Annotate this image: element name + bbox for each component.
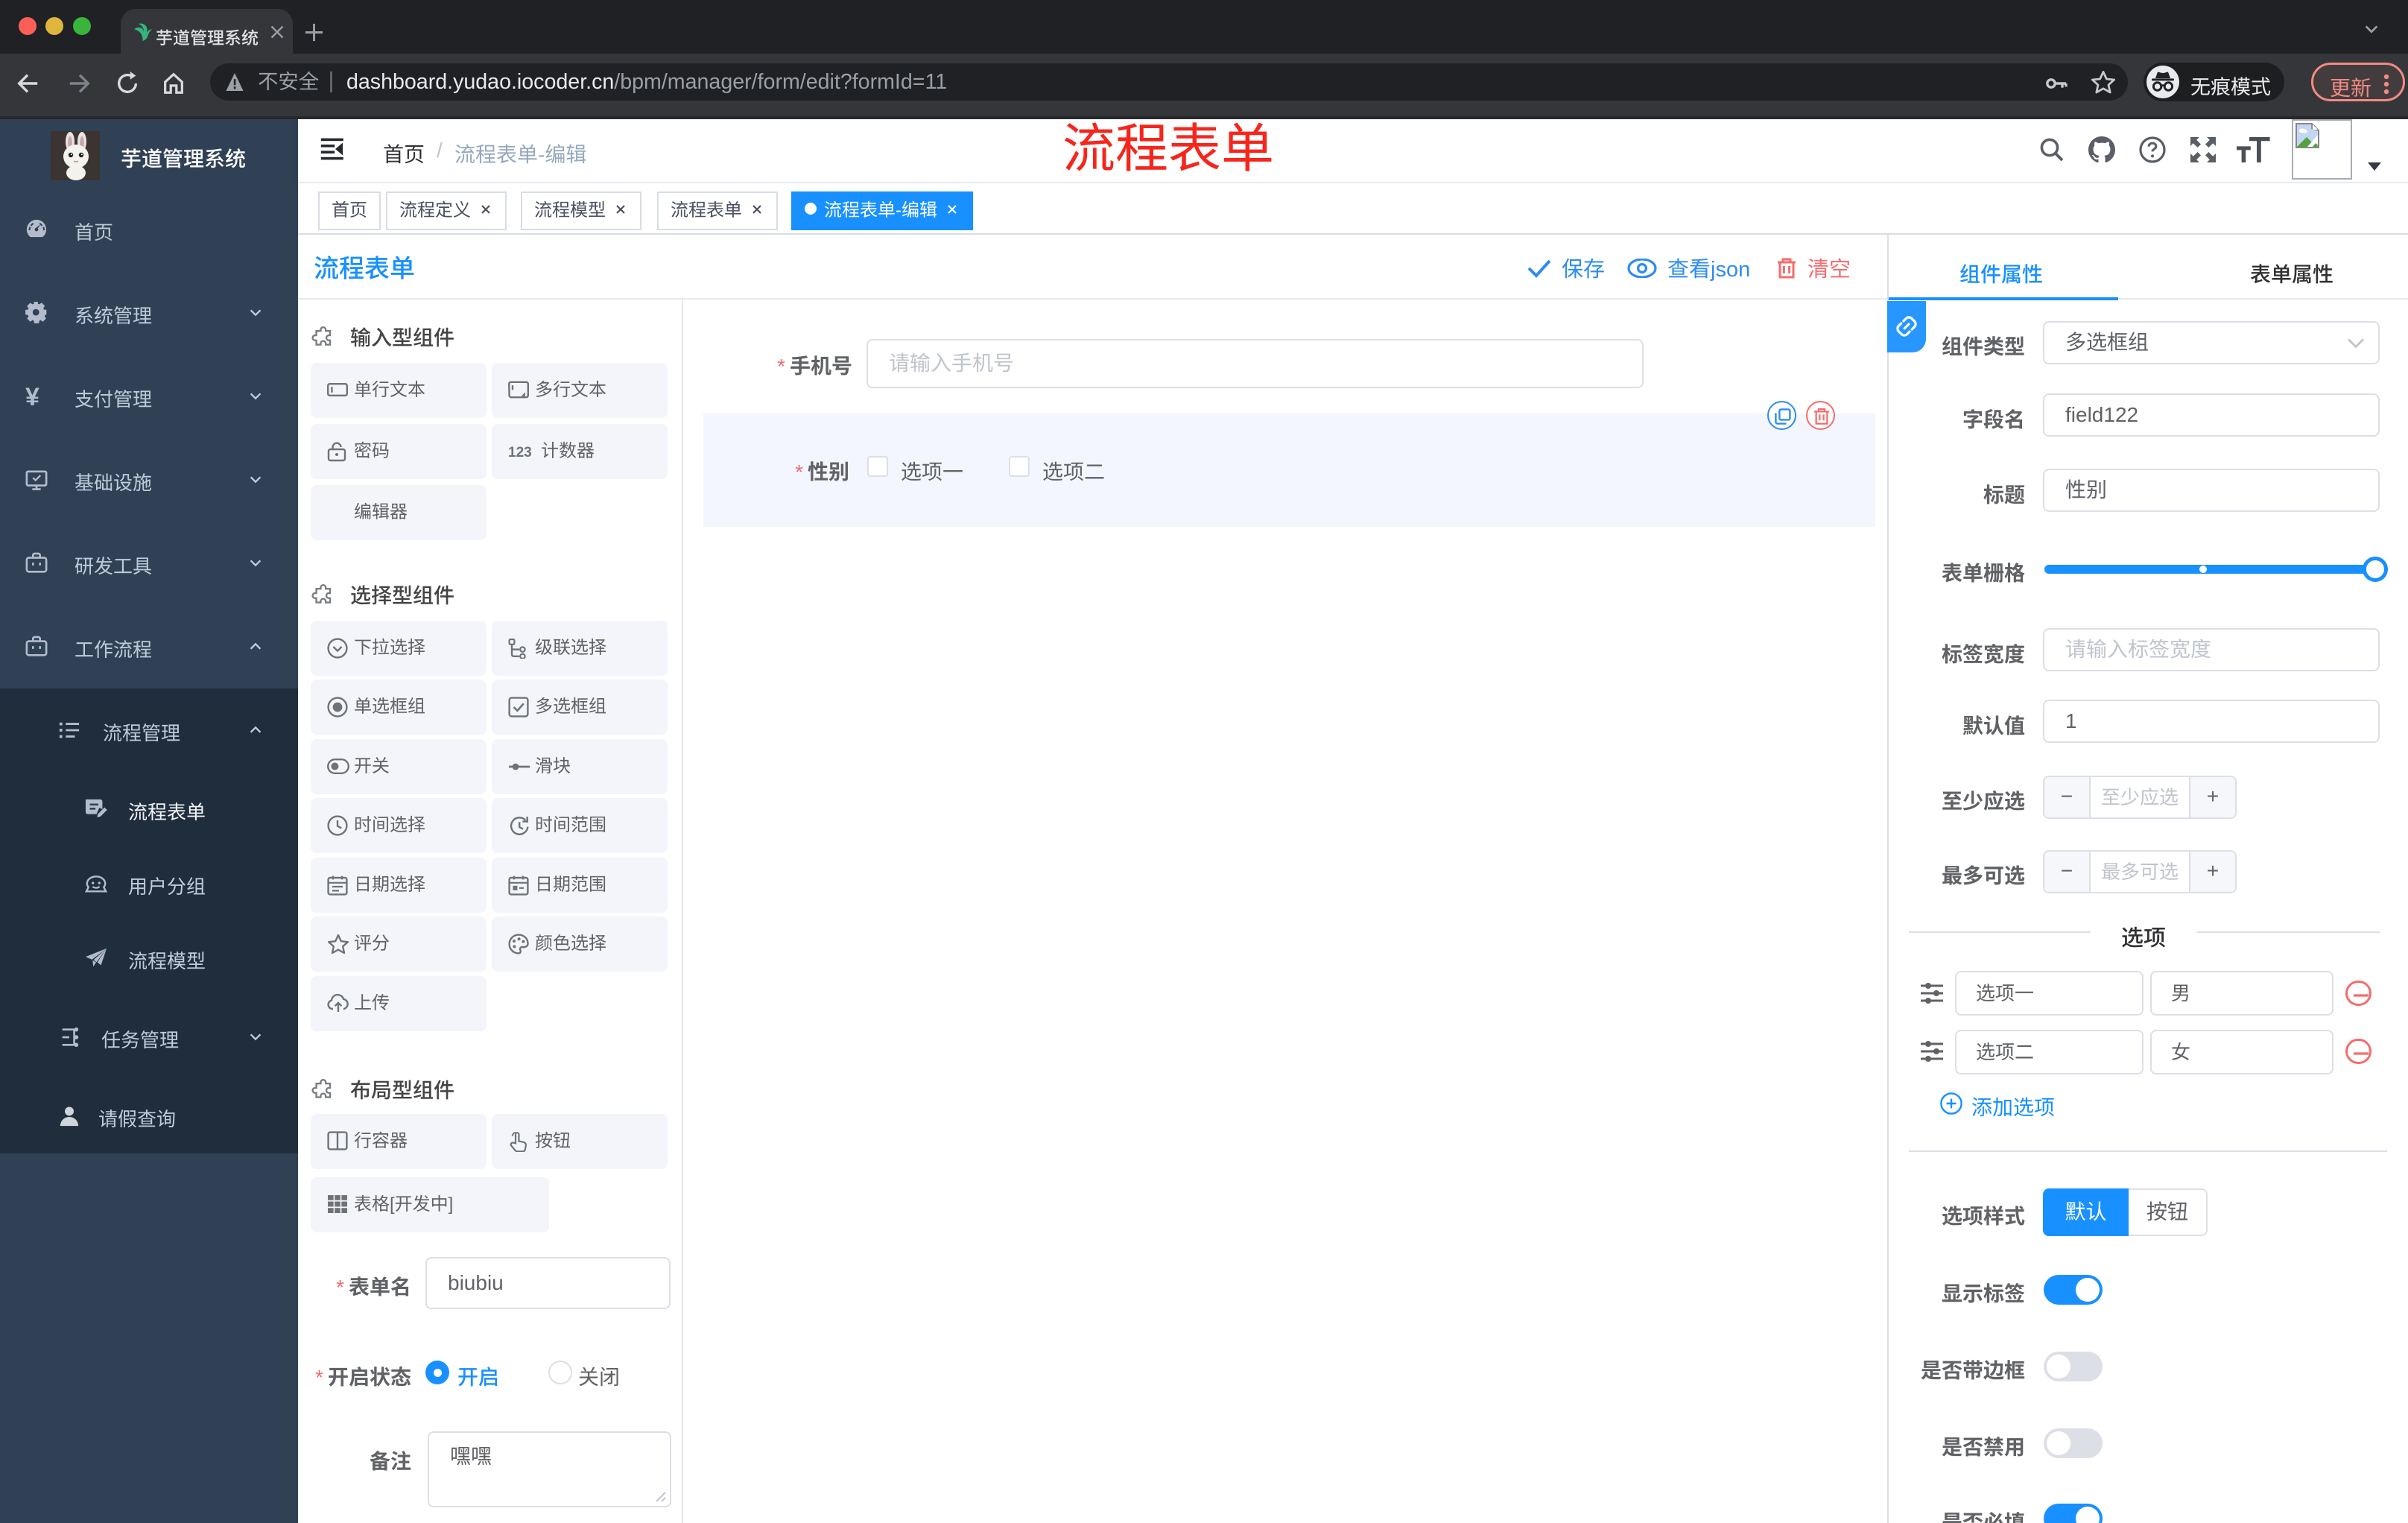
svg-text:123: 123 [508,445,532,460]
